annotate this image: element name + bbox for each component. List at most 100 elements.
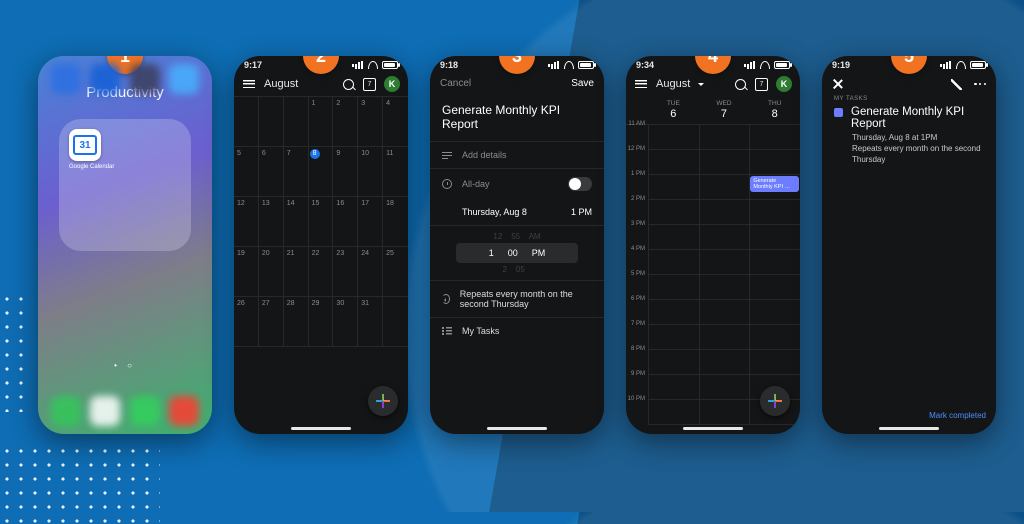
month-cell[interactable]: [234, 97, 259, 147]
mark-completed-button[interactable]: Mark completed: [929, 411, 986, 420]
search-icon[interactable]: [341, 77, 355, 91]
time-cell[interactable]: [648, 150, 699, 175]
today-icon[interactable]: 7: [755, 78, 768, 91]
today-icon[interactable]: 7: [363, 78, 376, 91]
time-cell[interactable]: [699, 225, 750, 250]
avatar[interactable]: K: [776, 76, 792, 92]
task-list-row[interactable]: My Tasks: [430, 317, 604, 344]
time-cell[interactable]: [699, 125, 750, 150]
day-header[interactable]: TUE6: [648, 96, 699, 124]
month-cell[interactable]: 24: [358, 247, 383, 297]
month-cell[interactable]: 1: [309, 97, 334, 147]
time-cell[interactable]: [648, 250, 699, 275]
avatar[interactable]: K: [384, 76, 400, 92]
month-cell[interactable]: 15: [309, 197, 334, 247]
time-cell[interactable]: [749, 125, 800, 150]
month-cell[interactable]: 26: [234, 297, 259, 347]
search-icon[interactable]: [733, 77, 747, 91]
time-cell[interactable]: [648, 225, 699, 250]
time-cell[interactable]: [699, 350, 750, 375]
time-cell[interactable]: [648, 125, 699, 150]
month-cell[interactable]: 2: [333, 97, 358, 147]
time-cell[interactable]: [648, 350, 699, 375]
month-cell[interactable]: 5: [234, 147, 259, 197]
month-cell[interactable]: 4: [383, 97, 408, 147]
month-cell[interactable]: 12: [234, 197, 259, 247]
time-cell[interactable]: [648, 275, 699, 300]
month-cell[interactable]: 13: [259, 197, 284, 247]
month-cell[interactable]: 11: [383, 147, 408, 197]
task-title-input[interactable]: Generate Monthly KPI Report: [430, 95, 604, 141]
time-cell[interactable]: [648, 400, 699, 425]
month-cell[interactable]: 10: [358, 147, 383, 197]
month-cell[interactable]: 16: [333, 197, 358, 247]
month-cell[interactable]: 8: [309, 147, 334, 197]
month-grid[interactable]: 1234567891011121314151617181920212223242…: [234, 96, 408, 397]
wheel-ampm[interactable]: PM: [532, 248, 546, 258]
time-cell[interactable]: [749, 325, 800, 350]
all-day-toggle[interactable]: [568, 177, 592, 191]
add-details-row[interactable]: Add details: [430, 141, 604, 168]
month-cell[interactable]: 20: [259, 247, 284, 297]
close-icon[interactable]: [832, 78, 844, 90]
month-cell[interactable]: 18: [383, 197, 408, 247]
time-grid[interactable]: 11 AM12 PM1 PM2 PM3 PM4 PM5 PM6 PM7 PM8 …: [626, 124, 800, 425]
time-cell[interactable]: [749, 275, 800, 300]
more-icon[interactable]: [974, 83, 986, 86]
time-cell[interactable]: [699, 200, 750, 225]
month-cell[interactable]: 31: [358, 297, 383, 347]
time-cell[interactable]: [648, 200, 699, 225]
time-cell[interactable]: [699, 275, 750, 300]
month-cell[interactable]: 6: [259, 147, 284, 197]
all-day-row[interactable]: All-day: [430, 168, 604, 199]
month-cell[interactable]: 23: [333, 247, 358, 297]
time-cell[interactable]: [699, 300, 750, 325]
month-cell[interactable]: 27: [259, 297, 284, 347]
month-cell[interactable]: 25: [383, 247, 408, 297]
time-cell[interactable]: [749, 350, 800, 375]
time-cell[interactable]: [749, 250, 800, 275]
time-cell[interactable]: [699, 375, 750, 400]
month-cell[interactable]: 7: [284, 147, 309, 197]
time-cell[interactable]: [699, 250, 750, 275]
create-fab[interactable]: [760, 386, 790, 416]
wheel-hour[interactable]: 1: [489, 248, 494, 258]
chevron-down-icon[interactable]: [698, 83, 704, 89]
month-cell[interactable]: 28: [284, 297, 309, 347]
month-cell[interactable]: [259, 97, 284, 147]
save-button[interactable]: Save: [571, 78, 594, 89]
app-folder[interactable]: 31 Google Calendar: [59, 119, 191, 251]
time-cell[interactable]: [699, 150, 750, 175]
cancel-button[interactable]: Cancel: [440, 78, 471, 89]
time-cell[interactable]: [699, 175, 750, 200]
month-cell[interactable]: 3: [358, 97, 383, 147]
month-cell[interactable]: [284, 97, 309, 147]
time-cell[interactable]: [648, 175, 699, 200]
repeat-row[interactable]: Repeats every month on the second Thursd…: [430, 280, 604, 317]
month-cell[interactable]: 19: [234, 247, 259, 297]
date-row[interactable]: Thursday, Aug 8 1 PM: [430, 199, 604, 225]
time-cell[interactable]: [699, 325, 750, 350]
wheel-minute[interactable]: 00: [508, 248, 518, 258]
edit-icon[interactable]: [951, 79, 962, 90]
menu-icon[interactable]: [242, 77, 256, 91]
month-cell[interactable]: 14: [284, 197, 309, 247]
month-cell[interactable]: 9: [333, 147, 358, 197]
time-cell[interactable]: [648, 300, 699, 325]
time-cell[interactable]: [749, 200, 800, 225]
time-cell[interactable]: [749, 300, 800, 325]
create-fab[interactable]: [368, 386, 398, 416]
calendar-event[interactable]: Generate Monthly KPI …: [750, 176, 799, 192]
month-cell[interactable]: 29: [309, 297, 334, 347]
time-cell[interactable]: [648, 375, 699, 400]
day-header[interactable]: WED7: [699, 96, 750, 124]
time-cell[interactable]: [749, 150, 800, 175]
time-cell[interactable]: [648, 325, 699, 350]
app-google-calendar[interactable]: 31 Google Calendar: [69, 129, 114, 170]
month-cell[interactable]: 17: [358, 197, 383, 247]
month-cell[interactable]: 21: [284, 247, 309, 297]
time-picker[interactable]: 12 55 AM 1 00 PM 2 05: [430, 225, 604, 280]
month-label[interactable]: August: [656, 78, 690, 90]
month-label[interactable]: August: [264, 78, 298, 90]
time-cell[interactable]: [749, 225, 800, 250]
